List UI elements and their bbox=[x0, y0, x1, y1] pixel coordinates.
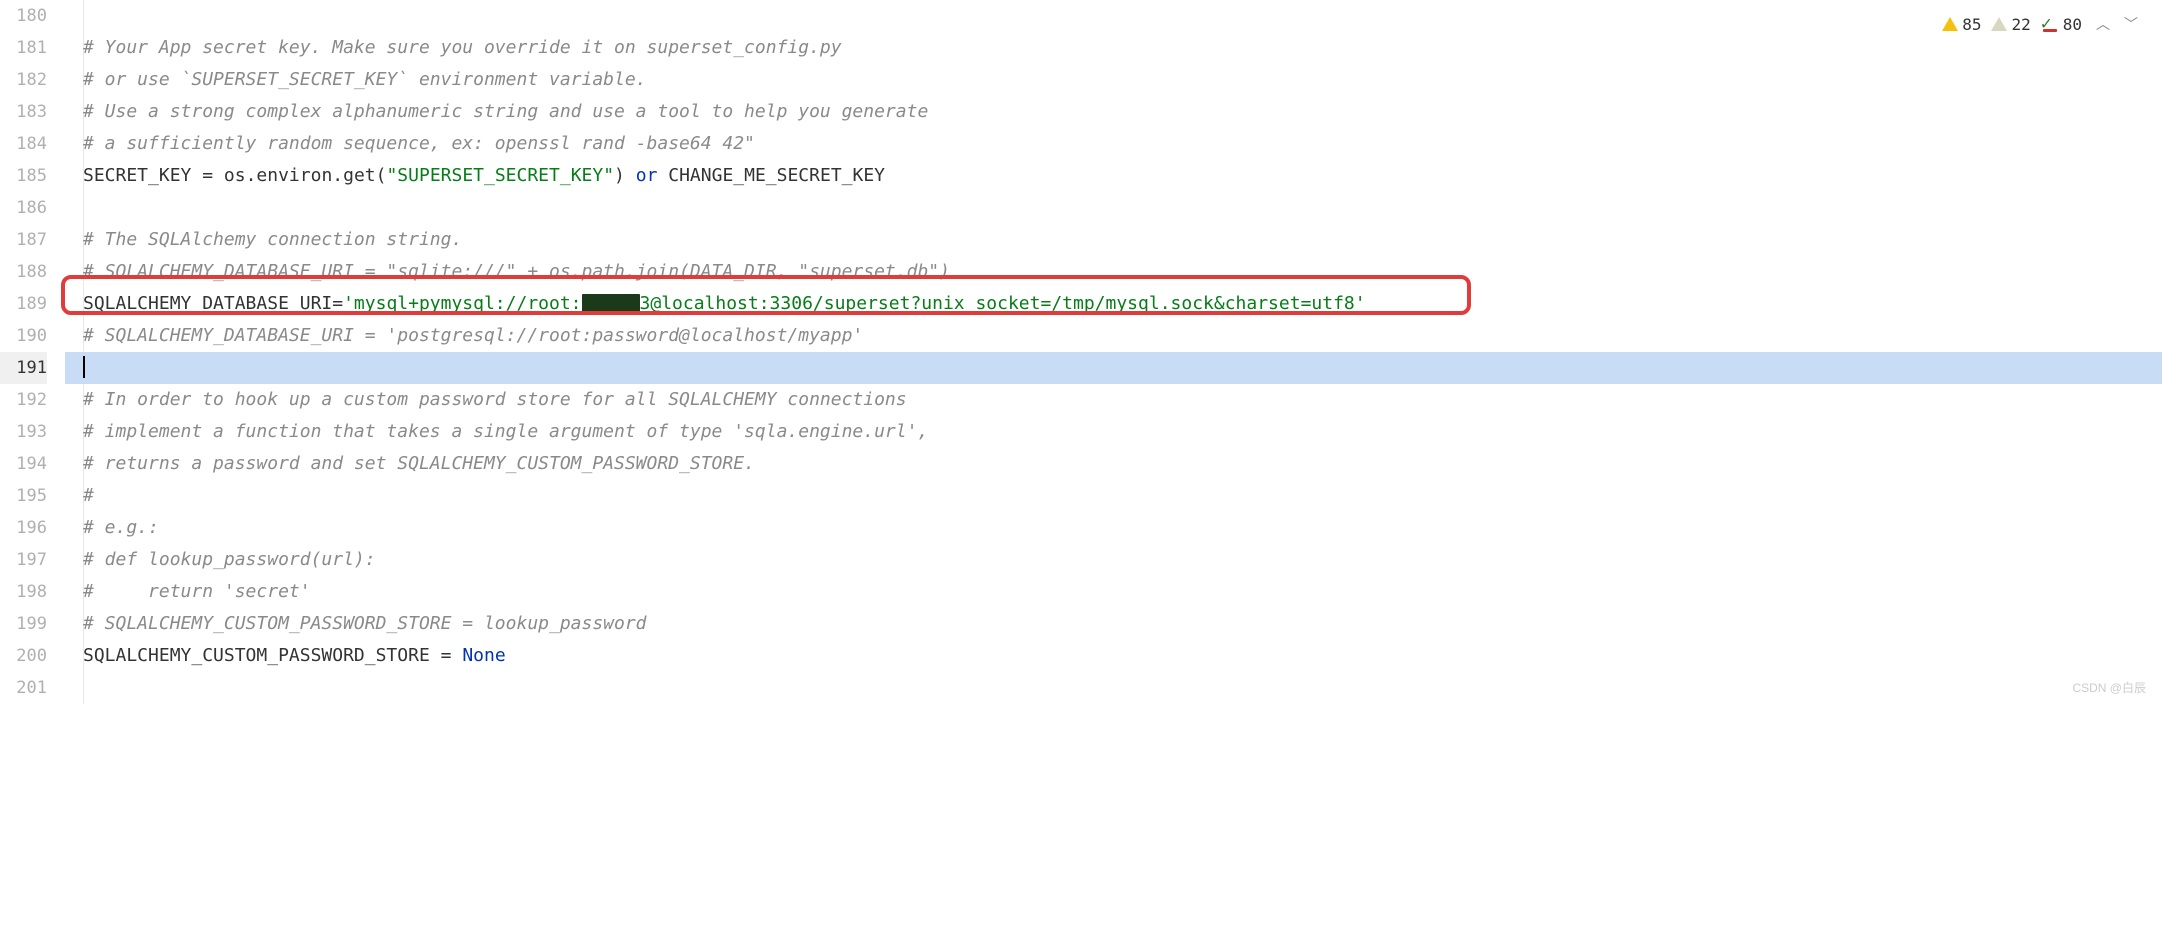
line-number: 188 bbox=[0, 256, 47, 288]
operator: = bbox=[332, 293, 343, 314]
code-line[interactable]: # Use a strong complex alphanumeric stri… bbox=[65, 96, 2162, 128]
comment-text: # bbox=[83, 485, 94, 506]
code-line[interactable] bbox=[65, 672, 2162, 704]
code-line[interactable]: # returns a password and set SQLALCHEMY_… bbox=[65, 448, 2162, 480]
line-number: 185 bbox=[0, 160, 47, 192]
line-number: 197 bbox=[0, 544, 47, 576]
comment-text: # SQLALCHEMY_DATABASE_URI = 'postgresql:… bbox=[83, 325, 863, 346]
comment-text: # Use a strong complex alphanumeric stri… bbox=[83, 101, 928, 122]
code-line[interactable]: # return 'secret' bbox=[65, 576, 2162, 608]
code-line[interactable]: # In order to hook up a custom password … bbox=[65, 384, 2162, 416]
line-number: 182 bbox=[0, 64, 47, 96]
identifier: CHANGE_ME_SECRET_KEY bbox=[657, 165, 885, 186]
line-number: 196 bbox=[0, 512, 47, 544]
line-number: 198 bbox=[0, 576, 47, 608]
code-line[interactable]: # e.g.: bbox=[65, 512, 2162, 544]
string-literal: 3@localhost:3306/superset?unix_socket=/t… bbox=[640, 293, 1366, 315]
none-keyword: None bbox=[462, 645, 505, 666]
paren: ) bbox=[614, 165, 636, 186]
code-area[interactable]: # Your App secret key. Make sure you ove… bbox=[65, 0, 2162, 704]
line-number: 201 bbox=[0, 672, 47, 704]
code-line[interactable]: # or use `SUPERSET_SECRET_KEY` environme… bbox=[65, 64, 2162, 96]
comment-text: # The SQLAlchemy connection string. bbox=[83, 229, 462, 250]
code-line[interactable]: # SQLALCHEMY_CUSTOM_PASSWORD_STORE = loo… bbox=[65, 608, 2162, 640]
line-number: 183 bbox=[0, 96, 47, 128]
code-line[interactable]: # a sufficiently random sequence, ex: op… bbox=[65, 128, 2162, 160]
operator: = bbox=[441, 645, 463, 666]
line-number: 189 bbox=[0, 288, 47, 320]
keyword: or bbox=[636, 165, 658, 186]
line-number-active: 191 bbox=[0, 352, 47, 384]
variable: SECRET_KEY bbox=[83, 165, 202, 186]
code-line[interactable]: # The SQLAlchemy connection string. bbox=[65, 224, 2162, 256]
code-line[interactable] bbox=[65, 0, 2162, 32]
operator: = bbox=[202, 165, 224, 186]
code-line[interactable]: SQLALCHEMY_CUSTOM_PASSWORD_STORE = None bbox=[65, 640, 2162, 672]
line-number: 180 bbox=[0, 0, 47, 32]
line-number: 187 bbox=[0, 224, 47, 256]
comment-text: # def lookup_password(url): bbox=[83, 549, 376, 570]
code-line[interactable]: # SQLALCHEMY_DATABASE_URI = "sqlite:///"… bbox=[65, 256, 2162, 288]
line-number: 186 bbox=[0, 192, 47, 224]
line-number: 199 bbox=[0, 608, 47, 640]
comment-text: # SQLALCHEMY_DATABASE_URI = "sqlite:///"… bbox=[83, 261, 950, 282]
line-number: 194 bbox=[0, 448, 47, 480]
comment-text: # e.g.: bbox=[83, 517, 159, 538]
string-literal: 'mysql+pymysql://root: bbox=[343, 293, 581, 315]
comment-text: # returns a password and set SQLALCHEMY_… bbox=[83, 453, 755, 474]
code-line[interactable]: # implement a function that takes a sing… bbox=[65, 416, 2162, 448]
comment-text: # implement a function that takes a sing… bbox=[83, 421, 928, 442]
code-line[interactable]: # bbox=[65, 480, 2162, 512]
code-line[interactable]: # SQLALCHEMY_DATABASE_URI = 'postgresql:… bbox=[65, 320, 2162, 352]
code-line-active[interactable] bbox=[65, 352, 2162, 384]
comment-text: # return 'secret' bbox=[83, 581, 311, 602]
line-number: 195 bbox=[0, 480, 47, 512]
code-line[interactable]: # def lookup_password(url): bbox=[65, 544, 2162, 576]
comment-text: # In order to hook up a custom password … bbox=[83, 389, 907, 410]
comment-text: # Your App secret key. Make sure you ove… bbox=[83, 37, 842, 58]
line-number: 181 bbox=[0, 32, 47, 64]
string-literal: "SUPERSET_SECRET_KEY" bbox=[386, 165, 614, 186]
line-number: 190 bbox=[0, 320, 47, 352]
variable: SQLALCHEMY_CUSTOM_PASSWORD_STORE bbox=[83, 645, 441, 666]
comment-text: # or use `SUPERSET_SECRET_KEY` environme… bbox=[83, 69, 647, 90]
code-line-highlighted[interactable]: SQLALCHEMY_DATABASE_URI='mysql+pymysql:/… bbox=[65, 288, 2162, 320]
line-number: 184 bbox=[0, 128, 47, 160]
line-number: 192 bbox=[0, 384, 47, 416]
line-gutter: 180 181 182 183 184 185 186 187 188 189 … bbox=[0, 0, 65, 704]
comment-text: # a sufficiently random sequence, ex: op… bbox=[83, 133, 755, 154]
code-line[interactable] bbox=[65, 192, 2162, 224]
call-expr: os.environ.get( bbox=[224, 165, 387, 186]
text-cursor bbox=[83, 356, 85, 378]
code-editor[interactable]: 180 181 182 183 184 185 186 187 188 189 … bbox=[0, 0, 2162, 704]
redacted-password bbox=[582, 294, 640, 312]
comment-text: # SQLALCHEMY_CUSTOM_PASSWORD_STORE = loo… bbox=[83, 613, 647, 634]
code-line[interactable]: # Your App secret key. Make sure you ove… bbox=[65, 32, 2162, 64]
variable: SQLALCHEMY_DATABASE_URI bbox=[83, 293, 332, 314]
line-number: 200 bbox=[0, 640, 47, 672]
line-number: 193 bbox=[0, 416, 47, 448]
code-line[interactable]: SECRET_KEY = os.environ.get("SUPERSET_SE… bbox=[65, 160, 2162, 192]
